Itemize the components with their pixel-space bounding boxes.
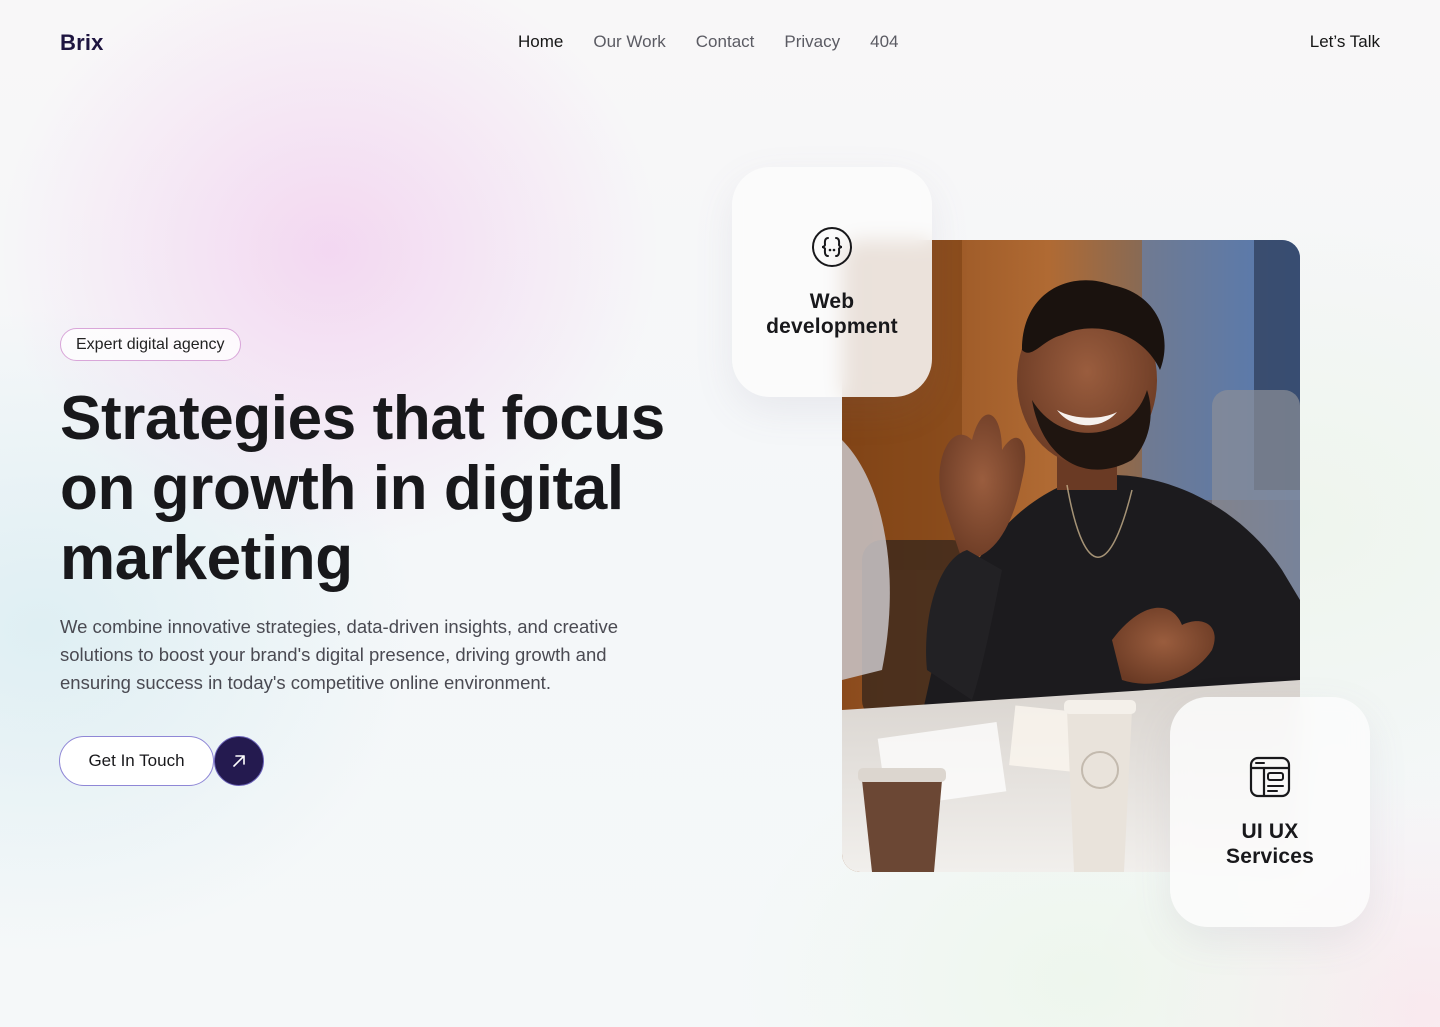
nav-link-contact[interactable]: Contact bbox=[696, 32, 755, 51]
nav-link-privacy[interactable]: Privacy bbox=[784, 32, 840, 51]
hero-description-line: ensuring success in today's competitive … bbox=[60, 672, 551, 693]
lets-talk-link[interactable]: Let’s Talk bbox=[1310, 32, 1380, 52]
card-title-line: Services bbox=[1225, 845, 1314, 868]
layout-window-icon bbox=[1248, 755, 1292, 799]
hero-title-line: on growth in digital bbox=[60, 454, 624, 523]
brand-logo[interactable]: Brix bbox=[60, 30, 104, 56]
arrow-up-right-icon bbox=[233, 755, 245, 767]
code-braces-icon bbox=[810, 225, 854, 269]
hero-title-line: marketing bbox=[60, 524, 353, 593]
service-card-ui-ux[interactable]: UI UX Services bbox=[1170, 697, 1370, 927]
hero-description-line: solutions to boost your brand's digital … bbox=[60, 644, 607, 665]
get-in-touch-button[interactable]: Get In Touch bbox=[59, 736, 214, 786]
service-card-web-development[interactable]: Web development bbox=[732, 167, 932, 397]
hero-title-line: Strategies that focus bbox=[60, 384, 665, 453]
hero-description-line: We combine innovative strategies, data-d… bbox=[60, 616, 619, 637]
nav-link-our-work[interactable]: Our Work bbox=[593, 32, 665, 51]
card-title: UI UX Services bbox=[1226, 819, 1314, 869]
hero-description: We combine innovative strategies, data-d… bbox=[60, 613, 700, 697]
hero-badge: Expert digital agency bbox=[60, 328, 241, 361]
nav-link-home[interactable]: Home bbox=[518, 32, 563, 51]
arrow-button[interactable] bbox=[214, 736, 264, 786]
hero-title: Strategies that focus on growth in digit… bbox=[60, 384, 740, 594]
card-title-line: Web bbox=[809, 290, 855, 313]
main-nav: Home Our Work Contact Privacy 404 bbox=[518, 32, 898, 52]
card-title-line: development bbox=[766, 315, 898, 338]
hero-actions: Get In Touch bbox=[59, 736, 264, 786]
nav-link-404[interactable]: 404 bbox=[870, 32, 898, 51]
card-title-line: UI UX bbox=[1241, 820, 1299, 843]
card-title: Web development bbox=[766, 289, 898, 339]
